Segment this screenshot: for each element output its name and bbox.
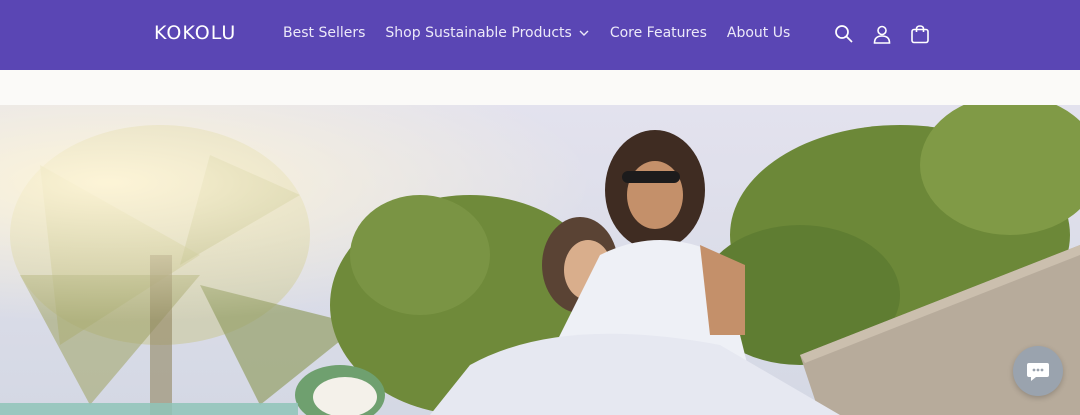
site-header: KOKOLU Best Sellers Shop Sustainable Pro… — [0, 0, 1080, 70]
bottom-overlay-bar — [0, 403, 298, 415]
nav-core-features[interactable]: Core Features — [610, 25, 707, 41]
hero-illustration — [0, 105, 1080, 415]
brand-logo[interactable]: KOKOLU — [154, 22, 236, 44]
header-icons — [833, 22, 931, 46]
cart-icon[interactable] — [909, 22, 931, 46]
nav-about-us-label: About Us — [726, 25, 791, 41]
chevron-down-icon — [579, 30, 589, 36]
chat-button[interactable] — [1013, 346, 1063, 396]
nav-about-us[interactable]: About Us — [727, 25, 790, 41]
nav-best-sellers[interactable]: Best Sellers — [283, 25, 365, 41]
main-nav: Best Sellers Shop Sustainable Products C… — [283, 25, 810, 41]
nav-shop-label: Shop Sustainable Products — [385, 25, 572, 41]
nav-shop-sustainable-products[interactable]: Shop Sustainable Products — [385, 25, 589, 41]
nav-best-sellers-label: Best Sellers — [283, 25, 366, 41]
announcement-strip — [0, 70, 1080, 105]
search-icon[interactable] — [833, 22, 855, 46]
hero-image — [0, 105, 1080, 415]
chat-icon — [1027, 363, 1049, 381]
account-icon[interactable] — [871, 22, 893, 46]
nav-core-features-label: Core Features — [609, 25, 707, 41]
